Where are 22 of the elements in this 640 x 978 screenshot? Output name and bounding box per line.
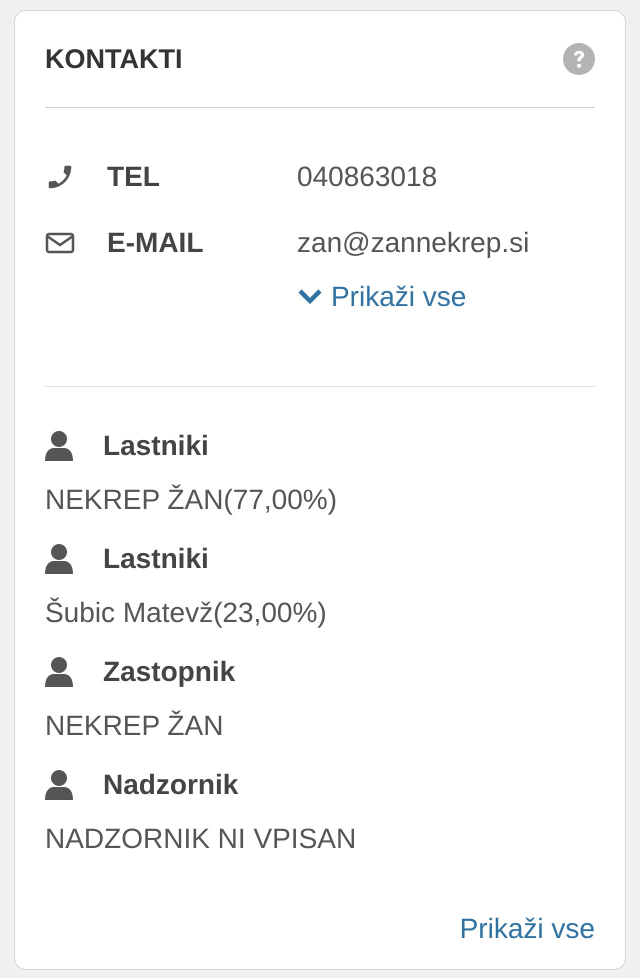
- person-icon: [45, 770, 73, 800]
- show-all-link[interactable]: Prikaži vse: [460, 908, 595, 950]
- person-name: NEKREP ŽAN: [45, 709, 224, 743]
- envelope-icon: [45, 231, 75, 255]
- person-name: Šubic Matevž(23,00%): [45, 596, 328, 630]
- card-title: KONTAKTI: [45, 42, 182, 76]
- person-icon: [45, 544, 73, 574]
- role-label: Lastniki: [103, 542, 209, 576]
- contact-label: TEL: [107, 160, 161, 194]
- person-name: NEKREP ŽAN(77,00%): [45, 483, 338, 517]
- role-label: Zastopnik: [103, 655, 236, 689]
- person-icon: [45, 657, 73, 687]
- role-label: Lastniki: [103, 429, 209, 463]
- role-label: Nadzornik: [103, 768, 238, 802]
- contact-value: zan@zannekrep.si: [297, 226, 530, 260]
- person-icon: [45, 431, 73, 461]
- chevron-down-icon: [297, 288, 323, 306]
- contact-value: 040863018: [297, 160, 438, 194]
- show-all-link[interactable]: Prikaži vse: [297, 276, 466, 318]
- help-icon[interactable]: [563, 43, 595, 75]
- contact-label: E-MAIL: [107, 226, 204, 260]
- person-name: NADZORNIK NI VPISAN: [45, 822, 358, 856]
